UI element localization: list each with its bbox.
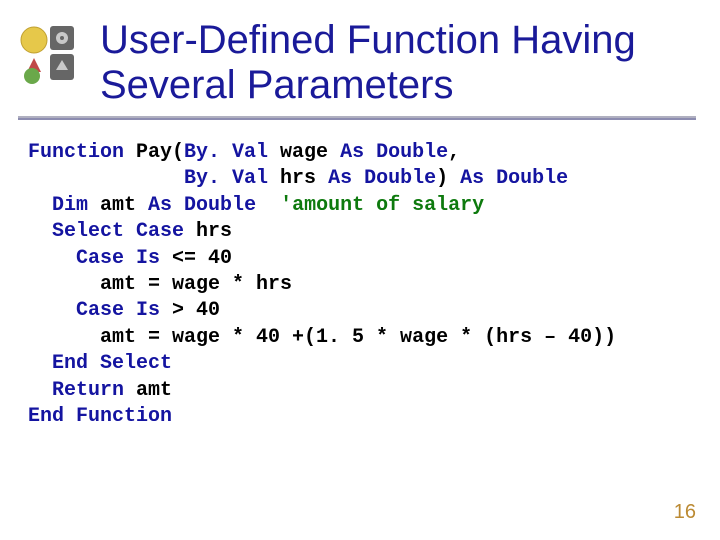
- slide-title: User-Defined Function Having Several Par…: [100, 18, 690, 108]
- kw-byval: By. Val: [184, 167, 268, 190]
- comment: 'amount of salary: [280, 194, 484, 217]
- code-text: ): [436, 167, 460, 190]
- kw-case-is: Case Is: [76, 299, 160, 322]
- kw-asdouble: As Double: [148, 194, 256, 217]
- kw-asdouble: As Double: [328, 167, 436, 190]
- code-text: Pay(: [124, 141, 184, 164]
- logo-icon: [18, 24, 80, 86]
- slide: User-Defined Function Having Several Par…: [0, 0, 720, 540]
- code-text: [28, 194, 52, 217]
- page-number: 16: [674, 501, 696, 524]
- code-text: hrs: [268, 167, 328, 190]
- code-text: hrs: [184, 220, 232, 243]
- code-block: Function Pay(By. Val wage As Double, By.…: [28, 140, 700, 430]
- code-text: [28, 379, 52, 402]
- kw-end-function: End Function: [28, 405, 172, 428]
- code-text: [28, 247, 76, 270]
- kw-asdouble: As Double: [460, 167, 568, 190]
- code-text: [28, 352, 52, 375]
- kw-return: Return: [52, 379, 124, 402]
- code-text: [28, 220, 52, 243]
- kw-asdouble: As Double: [340, 141, 448, 164]
- code-text: ,: [448, 141, 460, 164]
- code-text: amt = wage * hrs: [28, 273, 292, 296]
- code-text: amt: [124, 379, 172, 402]
- kw-end-select: End Select: [52, 352, 172, 375]
- kw-dim: Dim: [52, 194, 88, 217]
- kw-case-is: Case Is: [76, 247, 160, 270]
- code-text: [28, 299, 76, 322]
- kw-select-case: Select Case: [52, 220, 184, 243]
- code-text: <= 40: [160, 247, 232, 270]
- kw-function: Function: [28, 141, 124, 164]
- title-underline: [18, 116, 696, 120]
- code-text: amt: [88, 194, 148, 217]
- code-text: wage: [268, 141, 340, 164]
- kw-byval: By. Val: [184, 141, 268, 164]
- code-text: > 40: [160, 299, 220, 322]
- code-text: amt = wage * 40 +(1. 5 * wage * (hrs – 4…: [28, 326, 616, 349]
- code-text: [256, 194, 280, 217]
- code-text: [28, 167, 184, 190]
